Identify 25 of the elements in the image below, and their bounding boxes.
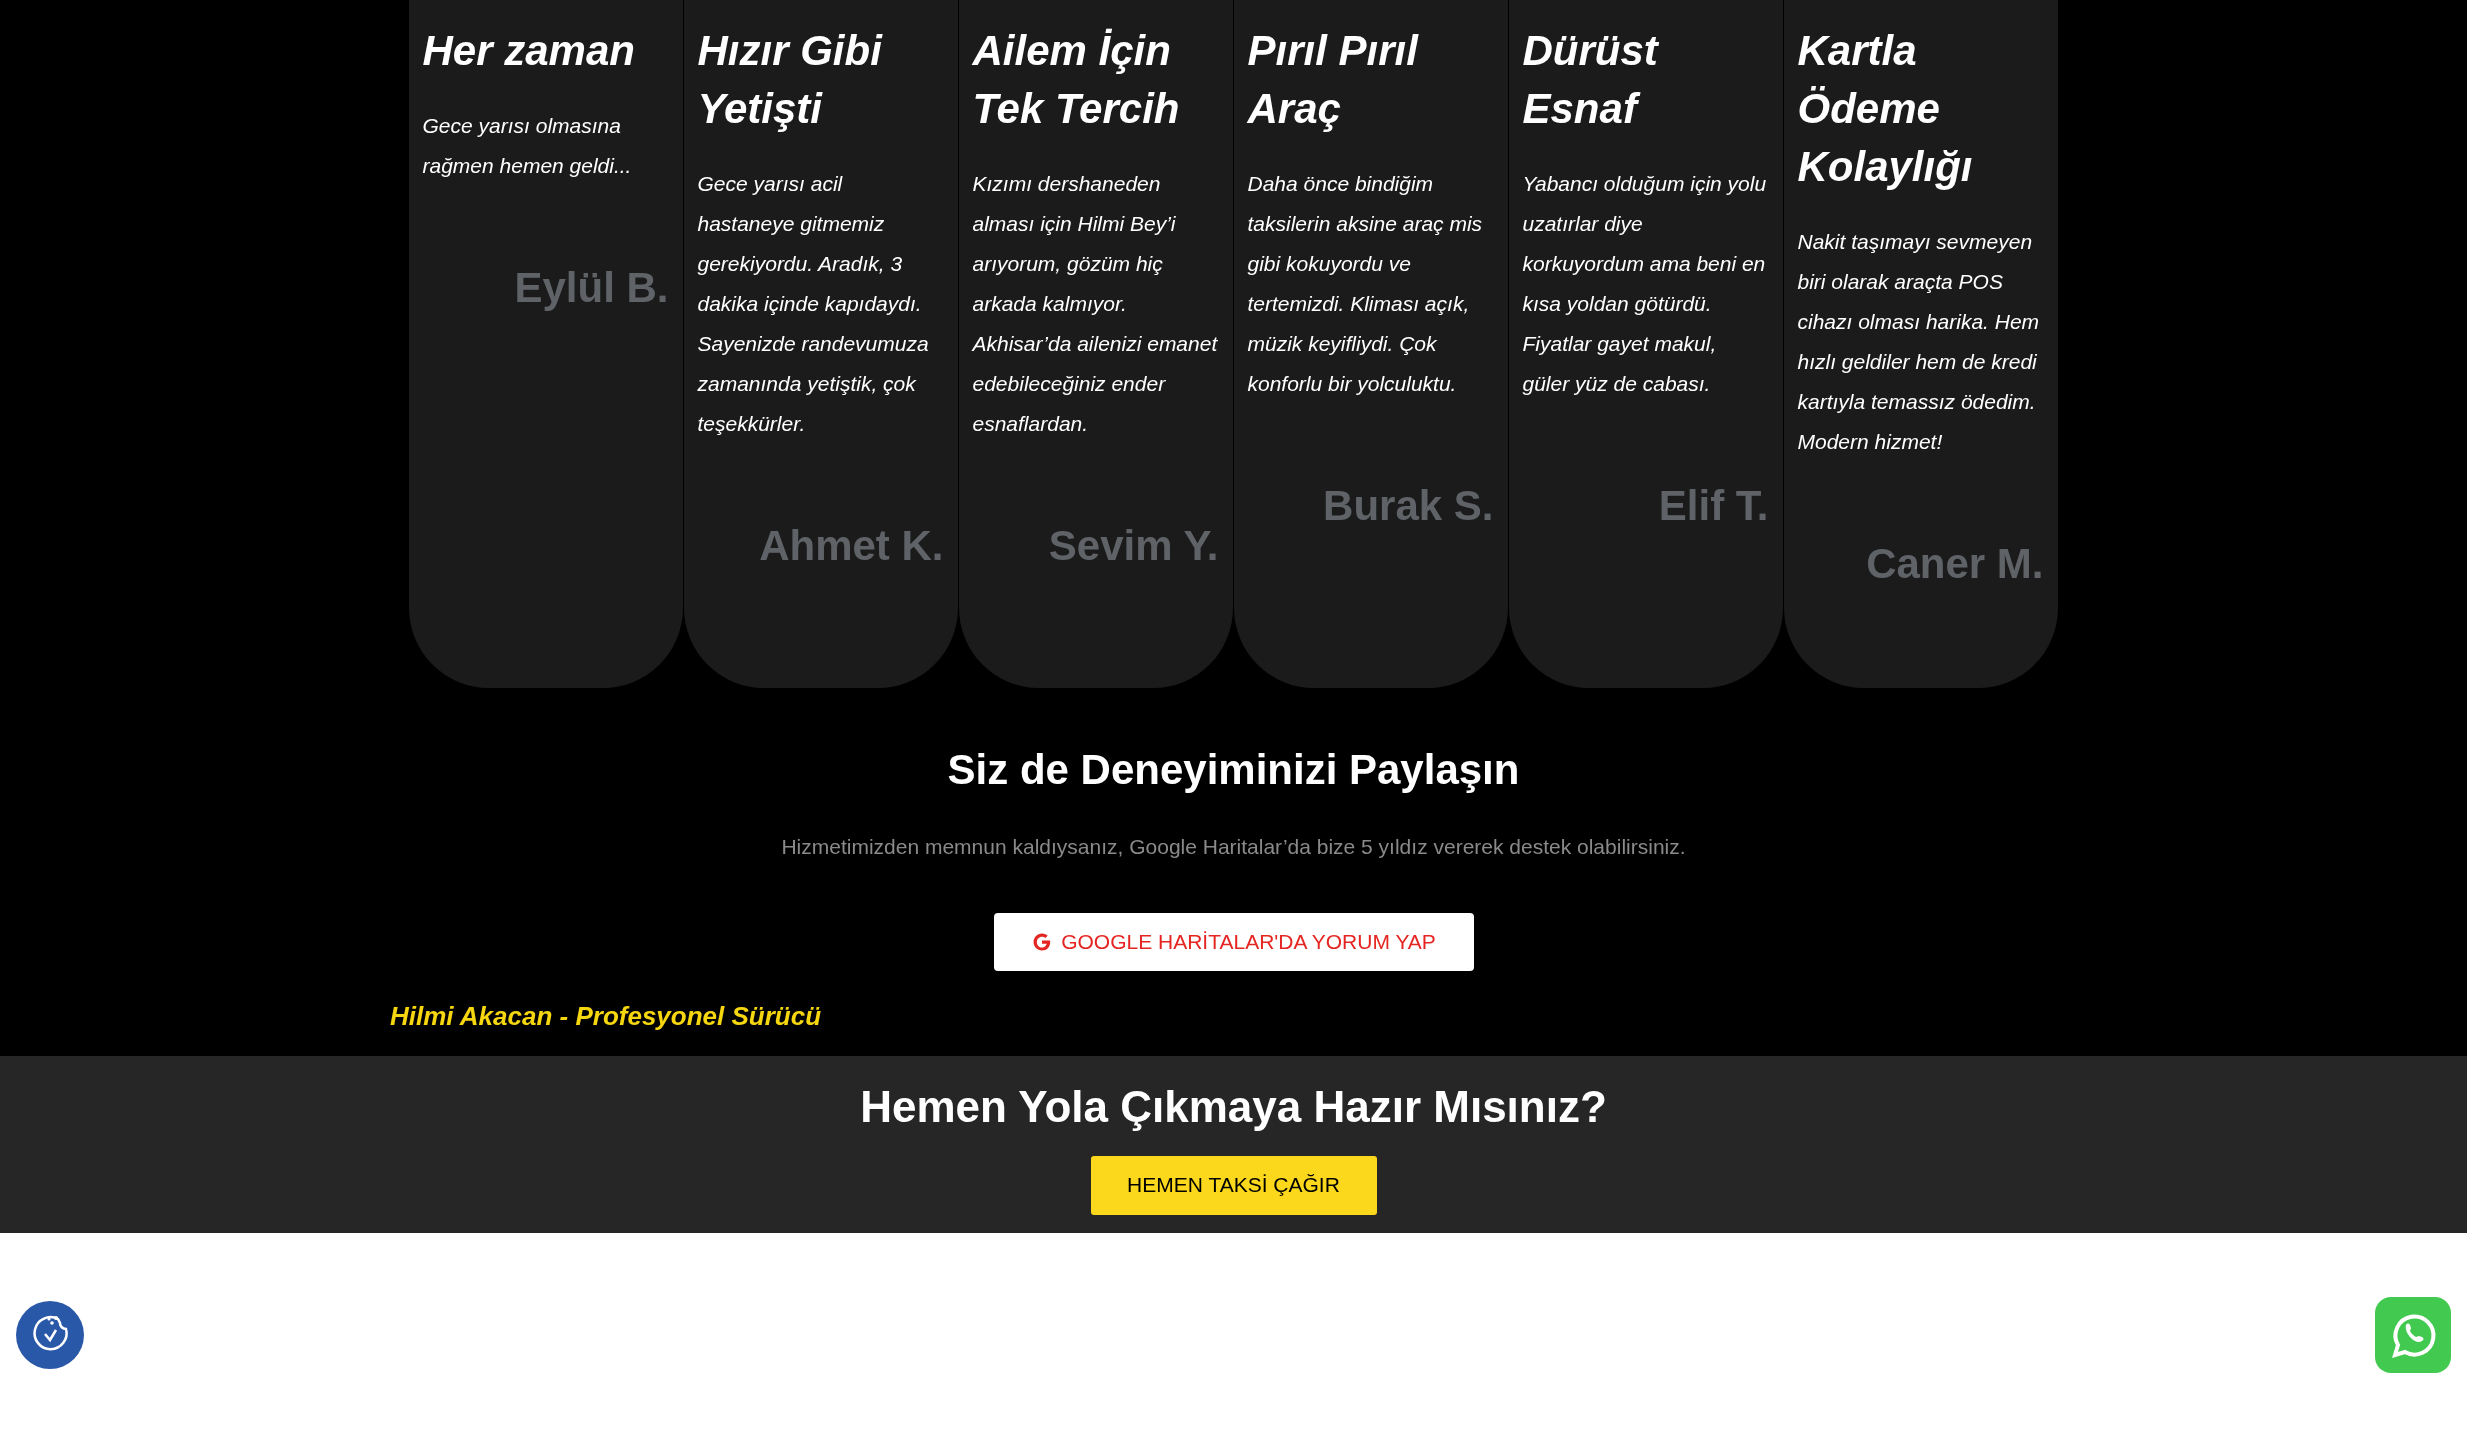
- testimonial-author: Ahmet K.: [758, 521, 944, 571]
- testimonial-text: Gece yarısı olmasına rağmen hemen geldi...: [422, 113, 633, 179]
- testimonial-text: Nakit taşımayı sevmeyen biri olarak araçta POS cihazı olması harika. Hem hızlı geldiler hem de kredi kartıyla temassız ödedim. Modern hizmet!: [1797, 229, 2041, 455]
- call-taxi-button[interactable]: HEMEN TAKSİ ÇAĞIR: [1090, 1155, 1377, 1215]
- testimonial-author: Eylül B.: [513, 263, 669, 313]
- cookie-consent-icon[interactable]: [16, 1301, 84, 1370]
- section-text: Hizmetimizden memnun kaldıysanız, Google Haritalar’da bize 5 yıldız vererek destek olabilirsiniz.: [781, 834, 1686, 860]
- testimonial-text: Kızımı dershaneden alması için Hilmi Bey’i arıyorum, gözüm hiç arkada kalmıyor. Akhisar’da ailenizi emanet edebileceğiniz ender esnaflardan.: [972, 171, 1219, 437]
- testimonial-title: Dürüst Esnaf: [1522, 26, 1660, 134]
- section-heading: Siz de Deneyiminizi Paylaşın: [947, 745, 1520, 795]
- testimonial-author: Caner M.: [1865, 539, 2044, 589]
- testimonial-author: Burak S.: [1322, 481, 1494, 531]
- testimonial-title: Her zaman: [422, 26, 636, 76]
- testimonial-author: Sevim Y.: [1047, 521, 1219, 571]
- cta-heading: Hemen Yola Çıkmaya Hazır Mısınız?: [860, 1080, 1607, 1133]
- testimonial-text: Yabancı olduğum için yolu uzatırlar diye korkuyordum ama beni en kısa yoldan götürdü. Fiyatlar gayet makul, güler yüz de cabası.: [1522, 171, 1768, 397]
- testimonial-author: Elif T.: [1657, 481, 1769, 531]
- testimonial-title: Kartla Ödeme Kolaylığı: [1797, 26, 1974, 192]
- testimonial-title: Pırıl Pırıl Araç: [1247, 26, 1420, 134]
- testimonial-title: Hızır Gibi Yetişti: [697, 26, 884, 134]
- testimonial-text: Gece yarısı acil hastaneye gitmemiz gerekiyordu. Aradık, 3 dakika içinde kapıdaydı. Sayenizde randevumuza zamanında yetiştik, çok teşekkürler.: [697, 171, 930, 437]
- signature: Hilmi Akacan - Profesyonel Sürücü: [390, 1000, 822, 1031]
- testimonial-title: Ailem İçin Tek Tercih: [972, 26, 1181, 134]
- google-review-button[interactable]: GOOGLE HARİTALAR'DA YORUM YAP: [993, 912, 1474, 971]
- testimonial-text: Daha önce bindiğim taksilerin aksine araç mis gibi kokuyordu ve tertemizdi. Kliması açık, müzik keyifliydi. Çok konforlu bir yolculuktu.: [1247, 171, 1484, 397]
